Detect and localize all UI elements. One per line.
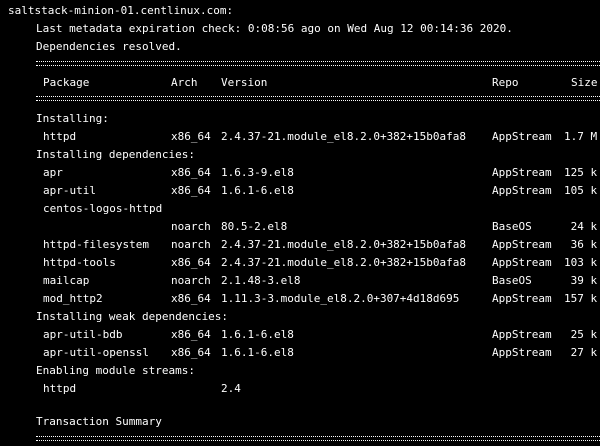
section-installing: Installing:: [36, 112, 109, 125]
package-size: 103 k: [564, 256, 598, 269]
package-size: 1.7 M: [564, 130, 598, 143]
package-name: httpd: [43, 130, 77, 143]
package-arch: x86_64: [171, 130, 211, 143]
package-arch: x86_64: [171, 292, 211, 305]
section-enabling-streams: Enabling module streams:: [36, 364, 195, 377]
package-repo: BaseOS: [492, 274, 532, 287]
header-version: Version: [221, 76, 268, 89]
package-version: 80.5-2.el8: [221, 220, 288, 233]
divider-summary: [36, 436, 600, 441]
package-size: 39 k: [570, 274, 598, 287]
package-arch: noarch: [171, 220, 211, 233]
package-name: centos-logos-httpd: [43, 202, 163, 215]
divider-top: [36, 61, 600, 66]
package-repo: AppStream: [492, 256, 552, 269]
package-arch: x86_64: [171, 166, 211, 179]
package-name: mailcap: [43, 274, 90, 287]
terminal-window[interactable]: saltstack-minion-01.centlinux.com: Last …: [0, 0, 600, 446]
package-repo: AppStream: [492, 238, 552, 251]
deps-resolved-line: Dependencies resolved.: [36, 40, 182, 53]
package-size: 24 k: [570, 220, 598, 233]
package-repo: AppStream: [492, 328, 552, 341]
package-version: 1.6.1-6.el8: [221, 328, 294, 341]
header-size: Size: [571, 76, 598, 89]
package-size: 105 k: [564, 184, 598, 197]
package-repo: AppStream: [492, 292, 552, 305]
host-line: saltstack-minion-01.centlinux.com:: [8, 4, 234, 17]
package-name: httpd-tools: [43, 256, 116, 269]
package-repo: AppStream: [492, 346, 552, 359]
divider-header: [36, 96, 600, 101]
package-version: 2.4.37-21.module_el8.2.0+382+15b0afa8: [221, 238, 467, 251]
header-repo: Repo: [492, 76, 519, 89]
package-version: 2.1.48-3.el8: [221, 274, 301, 287]
module-stream: 2.4: [221, 382, 241, 395]
section-installing-dependencies: Installing dependencies:: [36, 148, 195, 161]
package-arch: x86_64: [171, 346, 211, 359]
package-version: 2.4.37-21.module_el8.2.0+382+15b0afa8: [221, 256, 467, 269]
package-size: 36 k: [570, 238, 598, 251]
package-size: 25 k: [570, 328, 598, 341]
package-version: 1.6.3-9.el8: [221, 166, 294, 179]
package-arch: x86_64: [171, 328, 211, 341]
package-name: mod_http2: [43, 292, 103, 305]
package-version: 1.6.1-6.el8: [221, 184, 294, 197]
package-name: apr-util-bdb: [43, 328, 123, 341]
package-name: apr: [43, 166, 63, 179]
package-arch: noarch: [171, 238, 211, 251]
package-repo: AppStream: [492, 184, 552, 197]
metadata-line: Last metadata expiration check: 0:08:56 …: [36, 22, 513, 35]
package-name: httpd-filesystem: [43, 238, 149, 251]
package-size: 27 k: [570, 346, 598, 359]
package-version: 1.11.3-3.module_el8.2.0+307+4d18d695: [221, 292, 460, 305]
header-package: Package: [43, 76, 90, 89]
package-arch: x86_64: [171, 256, 211, 269]
package-repo: AppStream: [492, 130, 552, 143]
package-size: 157 k: [564, 292, 598, 305]
package-size: 125 k: [564, 166, 598, 179]
package-repo: BaseOS: [492, 220, 532, 233]
package-name: apr-util-openssl: [43, 346, 149, 359]
package-arch: x86_64: [171, 184, 211, 197]
package-arch: noarch: [171, 274, 211, 287]
module-name: httpd: [43, 382, 77, 395]
package-version: 2.4.37-21.module_el8.2.0+382+15b0afa8: [221, 130, 467, 143]
package-name: apr-util: [43, 184, 96, 197]
section-installing-weak: Installing weak dependencies:: [36, 310, 229, 323]
section-transaction-summary: Transaction Summary: [36, 415, 162, 428]
package-repo: AppStream: [492, 166, 552, 179]
header-arch: Arch: [171, 76, 198, 89]
package-version: 1.6.1-6.el8: [221, 346, 294, 359]
